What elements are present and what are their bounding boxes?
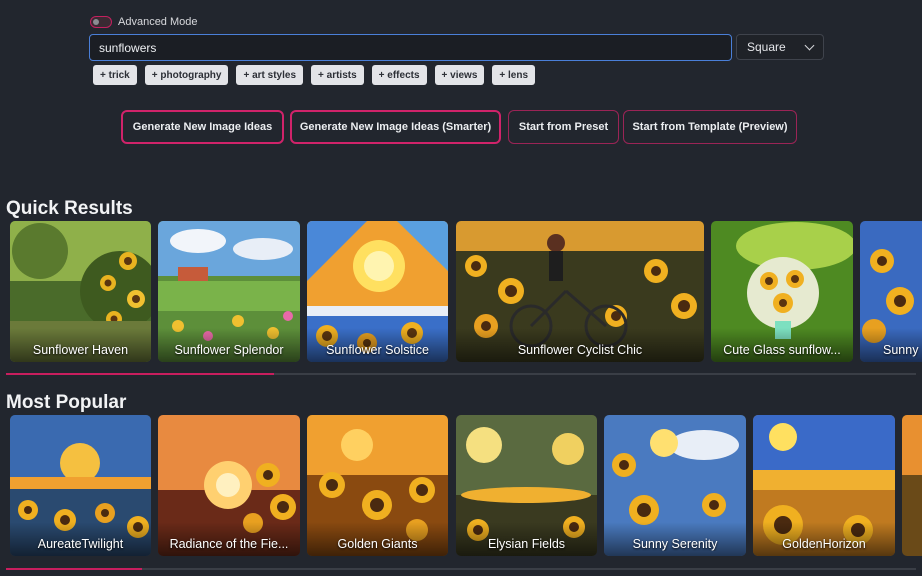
quick-results-row: Sunflower Haven Sunflower Splendor Sunfl… <box>10 221 922 362</box>
start-from-preset-button[interactable]: Start from Preset <box>508 110 619 144</box>
popular-card-label: Radiance of the Fie... <box>169 537 289 551</box>
chip-trick[interactable]: + trick <box>93 65 137 85</box>
popular-card[interactable] <box>902 415 922 556</box>
popular-thumbnail <box>902 415 922 556</box>
popular-card-label: Golden Giants <box>337 537 418 551</box>
chip-art-styles[interactable]: + art styles <box>236 65 304 85</box>
popular-card-label: AureateTwilight <box>37 537 124 551</box>
chip-effects[interactable]: + effects <box>371 65 427 85</box>
quick-results-scrollbar[interactable] <box>6 373 916 375</box>
result-card-label: Sunflower Solstice <box>326 343 429 357</box>
popular-card-label: Sunny Serenity <box>632 537 718 551</box>
result-card-label: Sunflower Cyclist Chic <box>517 343 643 357</box>
advanced-mode-label: Advanced Mode <box>118 16 198 28</box>
aspect-ratio-selected: Square <box>747 40 786 54</box>
advanced-mode-toggle[interactable] <box>90 16 112 28</box>
chip-lens[interactable]: + lens <box>492 65 536 85</box>
start-from-template-button[interactable]: Start from Template (Preview) <box>623 110 797 144</box>
chip-artists[interactable]: + artists <box>311 65 364 85</box>
most-popular-row: AureateTwilight Radiance of the Fie... G… <box>10 415 922 556</box>
result-card-label: Sunflower Haven <box>32 343 129 357</box>
generate-ideas-smarter-button[interactable]: Generate New Image Ideas (Smarter) <box>290 110 501 144</box>
most-popular-title: Most Popular <box>6 392 127 413</box>
result-card[interactable]: Sunny <box>860 221 922 362</box>
prompt-modifier-chips: + trick + photography + art styles + art… <box>93 65 536 85</box>
generate-ideas-button[interactable]: Generate New Image Ideas <box>121 110 284 144</box>
popular-card-label: GoldenHorizon <box>782 537 866 551</box>
most-popular-scrollbar[interactable] <box>6 568 916 570</box>
result-card-label: Cute Glass sunflow... <box>723 343 841 357</box>
scrollbar-thumb[interactable] <box>6 568 142 570</box>
popular-card-label: Elysian Fields <box>487 537 566 551</box>
result-card[interactable]: Cute Glass sunflow... <box>711 221 853 362</box>
scrollbar-thumb[interactable] <box>6 373 274 375</box>
result-card[interactable]: Sunflower Cyclist Chic <box>456 221 704 362</box>
popular-card[interactable]: Radiance of the Fie... <box>158 415 300 556</box>
prompt-search-input[interactable] <box>89 34 732 61</box>
popular-card[interactable]: Sunny Serenity <box>604 415 746 556</box>
popular-card[interactable]: GoldenHorizon <box>753 415 895 556</box>
quick-results-title: Quick Results <box>6 198 133 219</box>
result-card[interactable]: Sunflower Haven <box>10 221 151 362</box>
advanced-mode-toggle-row: Advanced Mode <box>90 16 198 28</box>
result-card-label: Sunny <box>883 343 919 357</box>
popular-card[interactable]: Golden Giants <box>307 415 448 556</box>
chip-views[interactable]: + views <box>434 65 485 85</box>
result-card-label: Sunflower Splendor <box>174 343 284 357</box>
result-card[interactable]: Sunflower Splendor <box>158 221 300 362</box>
chevron-down-icon <box>804 40 815 50</box>
chip-photography[interactable]: + photography <box>144 65 229 85</box>
popular-card[interactable]: Elysian Fields <box>456 415 597 556</box>
popular-card[interactable]: AureateTwilight <box>10 415 151 556</box>
result-card[interactable]: Sunflower Solstice <box>307 221 448 362</box>
aspect-ratio-select[interactable]: Square <box>736 34 824 60</box>
